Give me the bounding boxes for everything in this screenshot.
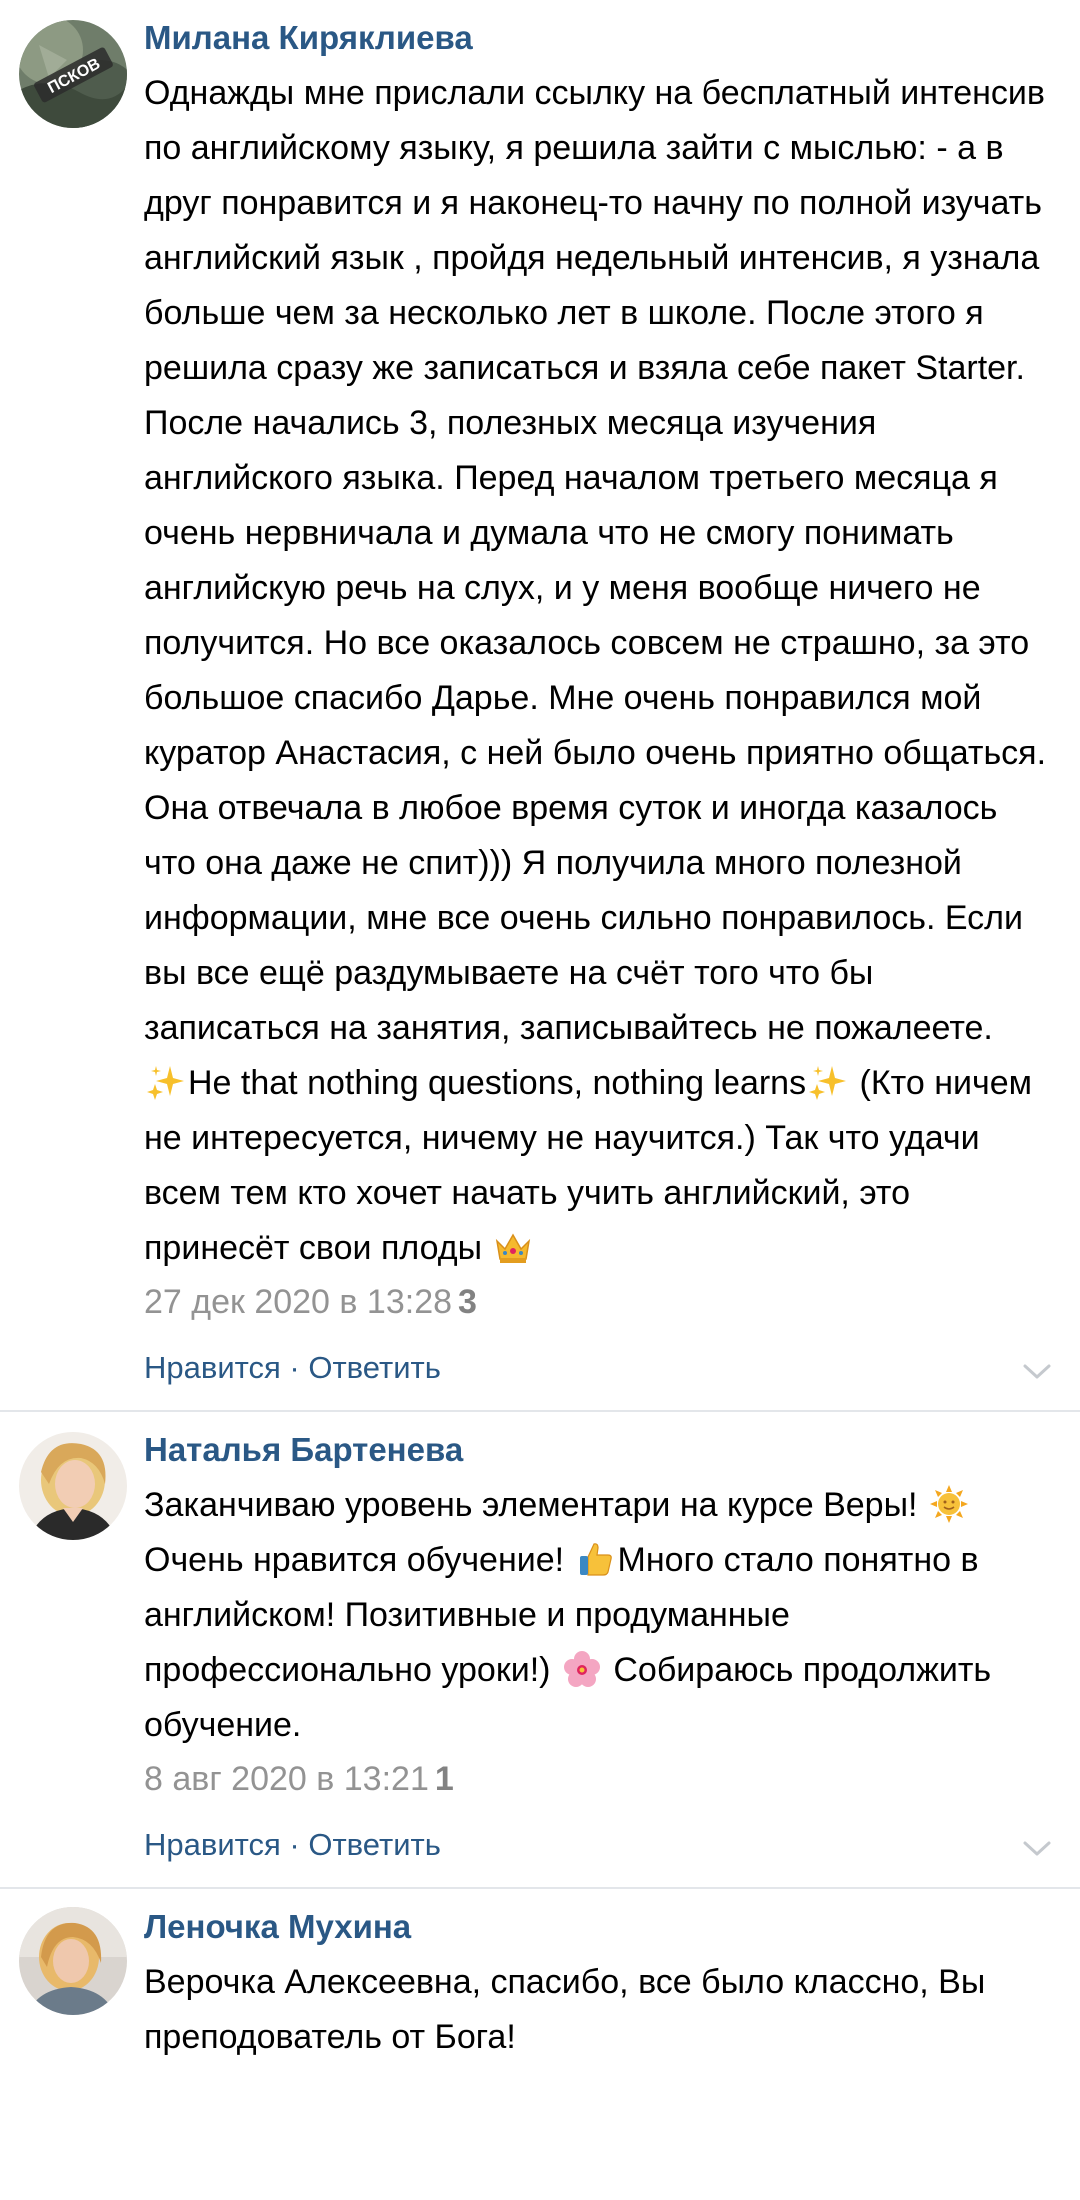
sun-face-icon xyxy=(929,1485,968,1524)
like-button[interactable]: Нравится xyxy=(144,1350,281,1385)
thumbs-up-icon xyxy=(579,1543,612,1576)
author-name[interactable]: Леночка Мухина xyxy=(144,1907,1056,1947)
avatar[interactable]: ПСКОВ xyxy=(19,20,127,128)
avatar-image xyxy=(19,1432,127,1540)
comment-item: ПСКОВ Милана Киряклиева Однажды мне прис… xyxy=(0,0,1080,1410)
comment-actions: Нравится · Ответить xyxy=(144,1825,1056,1887)
author-name[interactable]: Милана Киряклиева xyxy=(144,18,1056,58)
comment-item: Леночка Мухина Верочка Алексеевна, спаси… xyxy=(0,1887,1080,2065)
comment-meta: 8 авг 2020 в 13:21 1 xyxy=(144,1759,1056,1799)
blossom-icon xyxy=(563,1651,600,1688)
separator: · xyxy=(280,1350,309,1385)
comment-paragraph: Верочка Алексеевна, спасибо, все было кл… xyxy=(144,1963,986,2056)
comment-paragraph: He that nothing questions, nothing learn… xyxy=(144,1056,1056,1276)
comments-feed: ПСКОВ Милана Киряклиева Однажды мне прис… xyxy=(0,0,1080,2065)
author-name[interactable]: Наталья Бартенева xyxy=(144,1430,1056,1470)
avatar-image xyxy=(19,1907,127,2015)
comment-text: Однажды мне прислали ссылку на бесплатны… xyxy=(144,66,1056,1276)
comment-date[interactable]: 27 дек 2020 в 13:28 xyxy=(144,1283,452,1321)
quote-text: He that nothing questions, nothing learn… xyxy=(188,1064,807,1102)
comment-text-part: Заканчиваю уровень элементари на курсе В… xyxy=(144,1486,918,1524)
comment-text: Заканчиваю уровень элементари на курсе В… xyxy=(144,1478,1056,1753)
chevron-down-icon[interactable] xyxy=(1022,1362,1052,1382)
comment-text-part: Очень нравится обучение! xyxy=(144,1541,565,1579)
comment-paragraph: Заканчиваю уровень элементари на курсе В… xyxy=(144,1478,1056,1753)
chevron-down-icon[interactable] xyxy=(1022,1839,1052,1859)
like-button[interactable]: Нравится xyxy=(144,1827,281,1862)
sparkles-icon xyxy=(147,1066,184,1101)
separator: · xyxy=(280,1827,309,1862)
avatar-image: ПСКОВ xyxy=(19,20,127,128)
crown-icon xyxy=(496,1233,531,1264)
likes-count: 3 xyxy=(458,1283,477,1321)
comment-meta: 27 дек 2020 в 13:28 3 xyxy=(144,1282,1056,1322)
likes-count: 1 xyxy=(434,1760,454,1798)
comment-date[interactable]: 8 авг 2020 в 13:21 xyxy=(144,1760,429,1798)
comment-item: Наталья Бартенева Заканчиваю уровень эле… xyxy=(0,1410,1080,1887)
avatar[interactable] xyxy=(19,1907,127,2015)
avatar[interactable] xyxy=(19,1432,127,1540)
comment-paragraph: Однажды мне прислали ссылку на бесплатны… xyxy=(144,74,1047,1047)
reply-button[interactable]: Ответить xyxy=(308,1827,441,1862)
sparkles-icon xyxy=(809,1066,847,1101)
comment-actions: Нравится · Ответить xyxy=(144,1348,1056,1410)
reply-button[interactable]: Ответить xyxy=(308,1350,441,1385)
comment-text: Верочка Алексеевна, спасибо, все было кл… xyxy=(144,1955,1056,2065)
